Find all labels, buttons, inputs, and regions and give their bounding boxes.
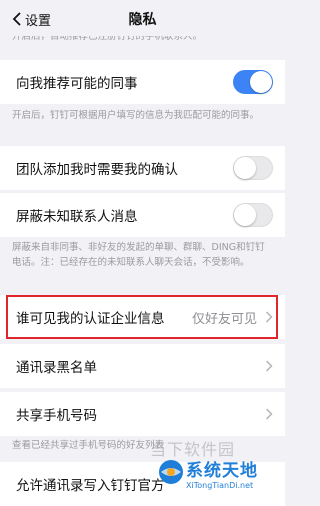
block-unknown-row: 屏蔽未知联系人消息 xyxy=(0,193,285,237)
chevron-right-icon xyxy=(265,408,273,420)
blacklist-label: 通讯录黑名单 xyxy=(16,360,97,376)
share-phone-row[interactable]: 共享手机号码 xyxy=(0,392,285,436)
nav-bar: 设置 隐私 xyxy=(0,0,285,36)
team-confirm-label: 团队添加我时需要我的确认 xyxy=(16,162,178,178)
toggle-knob xyxy=(234,157,256,179)
highlight-box xyxy=(6,295,278,339)
blacklist-row[interactable]: 通讯录黑名单 xyxy=(0,344,285,388)
recommend-colleagues-row: 向我推荐可能的同事 xyxy=(0,60,285,104)
block-unknown-label: 屏蔽未知联系人消息 xyxy=(16,209,138,225)
recommend-colleagues-label: 向我推荐可能的同事 xyxy=(16,76,138,92)
recommend-hint: 开启后，钉钉可根据用户填写的信息为我匹配可能的同事。 xyxy=(12,110,260,121)
team-confirm-toggle[interactable] xyxy=(233,156,273,180)
chevron-right-icon xyxy=(265,360,273,372)
team-confirm-row: 团队添加我时需要我的确认 xyxy=(0,146,285,190)
recommend-colleagues-toggle[interactable] xyxy=(233,70,273,94)
watermark-brand-en: XiTongTianDi.net xyxy=(186,481,254,490)
toggle-knob xyxy=(234,204,256,226)
block-unknown-toggle[interactable] xyxy=(233,203,273,227)
watermark-brand-cn: 系统天地 xyxy=(186,461,258,481)
watermark-brand: 系统天地 XiTongTianDi.net xyxy=(186,456,258,490)
block-unknown-hint: 屏蔽来自非同事、非好友的发起的单聊、群聊、DING和钉钉电话。注：已经存在的未知… xyxy=(12,242,265,268)
toggle-knob xyxy=(250,71,272,93)
page-title: 隐私 xyxy=(128,12,157,28)
share-phone-label: 共享手机号码 xyxy=(16,408,97,424)
globe-logo-icon xyxy=(159,460,183,484)
